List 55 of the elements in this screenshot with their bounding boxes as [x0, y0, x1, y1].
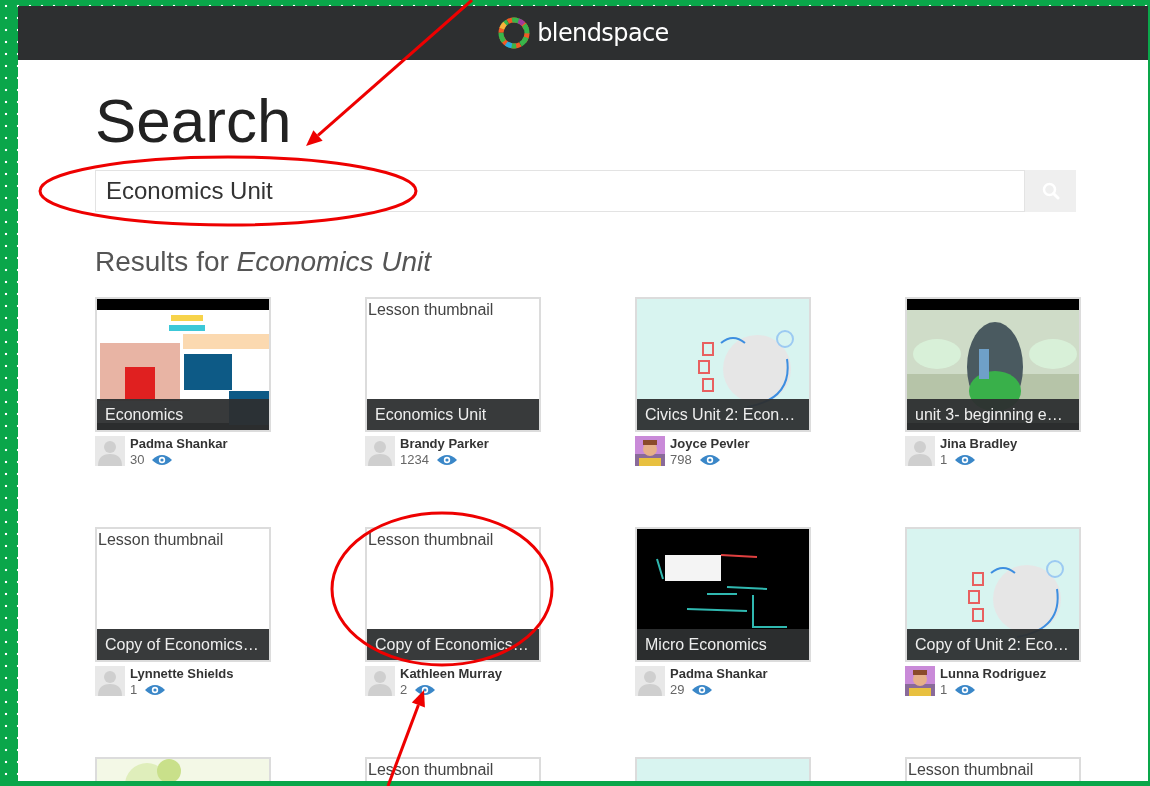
lesson-thumbnail[interactable]: Lesson thumbnail: [905, 757, 1081, 781]
lesson-title[interactable]: Economics Unit: [367, 399, 539, 430]
eye-icon: [151, 454, 174, 466]
lesson-title[interactable]: Economics: [97, 399, 269, 430]
thumbnail-alt-text: Lesson thumbnail: [368, 300, 494, 320]
lesson-thumbnail[interactable]: Economics: [95, 297, 271, 432]
author-name[interactable]: Joyce Pevler: [670, 436, 750, 452]
lesson-thumbnail[interactable]: Lesson thumbnail Economics Unit: [365, 297, 541, 432]
avatar-icon: [95, 436, 125, 466]
avatar-icon: [635, 666, 665, 696]
author-name[interactable]: Jina Bradley: [940, 436, 1018, 452]
eye-icon: [691, 684, 714, 696]
results-heading: Results for Economics Unit: [95, 245, 433, 279]
thumbnail-alt-text: Lesson thumbnail: [98, 530, 224, 550]
author-name[interactable]: Brandy Parker: [400, 436, 489, 452]
eye-icon: [414, 684, 437, 696]
view-count: 30: [130, 452, 145, 468]
author-name[interactable]: Kathleen Murray: [400, 666, 502, 682]
thumbnail-alt-text: Lesson thumbnail: [908, 760, 1034, 780]
lesson-title[interactable]: Copy of Economics…: [97, 629, 269, 660]
avatar-icon: [365, 666, 395, 696]
lesson-thumbnail[interactable]: Micro Economics: [635, 527, 811, 662]
lesson-thumbnail[interactable]: unit 3- beginning e…: [905, 297, 1081, 432]
view-count: 1: [130, 682, 138, 698]
eye-icon: [144, 684, 167, 696]
eye-icon: [954, 684, 977, 696]
search-button[interactable]: [1025, 170, 1076, 212]
author-name[interactable]: Lynnette Shields: [130, 666, 234, 682]
search-field[interactable]: Economics Unit: [95, 170, 1025, 212]
thumbnail-alt-text: Lesson thumbnail: [368, 530, 494, 550]
avatar-icon: [95, 666, 125, 696]
lesson-thumbnail[interactable]: Copy of Unit 2: Eco…: [905, 527, 1081, 662]
avatar-icon: [365, 436, 395, 466]
page-title: Search: [95, 90, 293, 156]
logo-icon[interactable]: [497, 16, 532, 50]
logo-text[interactable]: blendspace: [537, 15, 669, 51]
lesson-title[interactable]: Copy of Unit 2: Eco…: [907, 629, 1079, 660]
author-name[interactable]: Padma Shankar: [130, 436, 228, 452]
view-count: 1234: [400, 452, 429, 468]
eye-icon: [954, 454, 977, 466]
lesson-title[interactable]: Civics Unit 2: Econ…: [637, 399, 809, 430]
view-count: 798: [670, 452, 692, 468]
view-count: 1: [940, 452, 948, 468]
view-count: 29: [670, 682, 685, 698]
eye-icon: [698, 454, 721, 466]
eye-icon: [435, 454, 458, 466]
avatar-icon: [905, 436, 935, 466]
view-count: 1: [940, 682, 948, 698]
author-name[interactable]: Lunna Rodriguez: [940, 666, 1047, 682]
lesson-thumbnail[interactable]: Civics Unit 2: Econ…: [635, 297, 811, 432]
lesson-title[interactable]: unit 3- beginning e…: [907, 399, 1079, 430]
view-count: 2: [400, 682, 408, 698]
lesson-title[interactable]: Micro Economics: [637, 629, 809, 660]
author-name[interactable]: Padma Shankar: [670, 666, 768, 682]
lesson-thumbnail[interactable]: Lesson thumbnail Copy of Economics…: [95, 527, 271, 662]
